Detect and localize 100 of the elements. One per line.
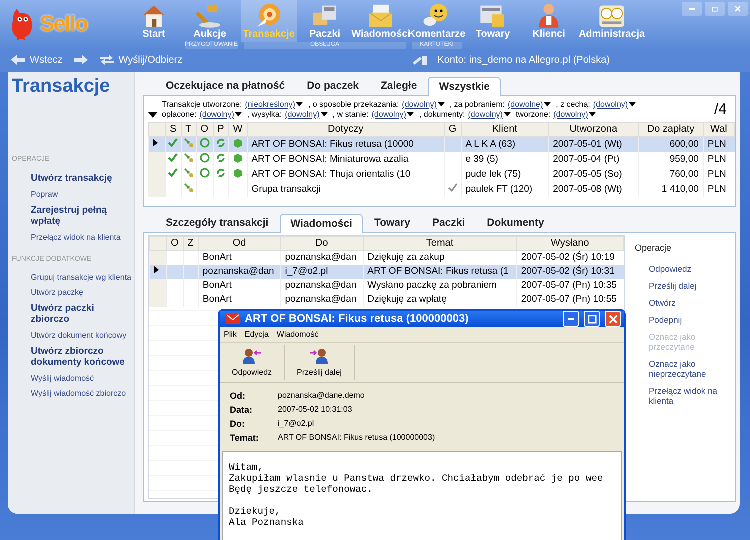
column-header[interactable]: Temat <box>363 236 517 250</box>
toolbar-button[interactable]: Odpowiedz <box>220 345 286 380</box>
maximize-button[interactable] <box>584 311 600 327</box>
filter-label: opłacone: <box>162 110 197 119</box>
caret-icon <box>589 112 596 117</box>
sidebar-link[interactable]: Przełącz widok na klienta <box>16 233 134 242</box>
tab[interactable]: Zaległe <box>370 76 428 95</box>
caret-icon <box>504 112 511 117</box>
column-header[interactable]: Klient <box>461 122 549 136</box>
sidebar-link[interactable]: Grupuj transakcje wg klienta <box>16 273 134 282</box>
table-cell: 2007-05-01 (Wt) <box>548 136 639 152</box>
sidebar-link[interactable]: Utwórz paczkę <box>16 288 134 297</box>
table-row[interactable]: ART OF BONSAI: Miniaturowa azalia e 39 (5) 2007-05-04 (Pt) 959,00 PLN <box>148 152 734 167</box>
table-cell: poznanska@dan <box>280 279 364 293</box>
table-cell: 2007-05-08 (Wt) <box>548 182 639 197</box>
column-header[interactable]: Wal <box>703 122 734 136</box>
tab[interactable]: Do paczek <box>296 76 370 95</box>
column-header[interactable]: S <box>166 122 182 136</box>
sidebar-link[interactable]: Utwórz dokument końcowy <box>16 331 134 340</box>
forward-button[interactable] <box>72 54 89 66</box>
operation-link[interactable]: Otwórz <box>635 298 729 308</box>
table-cell: 959,00 <box>638 152 704 167</box>
table-cell: 2007-05-07 (Pn) 10:35 <box>516 279 624 293</box>
menu-item[interactable]: Wiadomość <box>276 330 319 339</box>
filter-dropdown[interactable]: (dowolny) <box>593 100 636 109</box>
menu-item[interactable]: Plik <box>224 330 237 339</box>
row-pointer-icon <box>154 266 159 274</box>
filter-dropdown[interactable]: (dowolne) <box>508 100 552 109</box>
minimize-button[interactable] <box>563 311 579 327</box>
filter-dropdown[interactable]: (nieokreślony) <box>245 100 304 109</box>
column-header[interactable]: Utworzona <box>548 122 639 136</box>
column-header[interactable]: P <box>213 122 229 136</box>
menu-item[interactable]: Edycja <box>244 330 269 339</box>
tab[interactable]: Szczegóły transakcji <box>155 213 280 232</box>
field-value: i_7@o2.pl <box>278 419 316 429</box>
filter-dropdown[interactable]: (dowolny) <box>200 110 242 119</box>
tab[interactable]: Towary <box>363 213 422 232</box>
caret-icon <box>296 102 304 107</box>
table-row[interactable]: ART OF BONSAI: Thuja orientalis (10 pude lek (75) 2007-05-05 (So) 760,00 PLN <box>148 167 734 182</box>
sidebar-link[interactable]: Popraw <box>16 190 134 199</box>
table-row[interactable]: BonArt poznanska@dan Dziękuję za wpłatę 2007-05-07 (Pn) 10:55 <box>150 293 624 307</box>
table-cell: ART OF BONSAI: Miniaturowa azalia <box>247 152 444 167</box>
column-header[interactable]: Do <box>280 236 364 250</box>
operation-link[interactable]: Odpowiedz <box>635 264 729 274</box>
column-header[interactable]: Z <box>183 236 198 250</box>
table-cell: PLN <box>703 136 734 152</box>
filter-dropdown[interactable]: (dowolny) <box>468 110 511 119</box>
field-label: Do: <box>230 419 246 429</box>
operation-link[interactable]: Prześlij dalej <box>635 281 729 291</box>
table-row[interactable]: poznanska@dan i_7@o2.pl ART OF BONSAI: Fikus retusa (1 2007-05-02 (Śr) 10:31 <box>150 265 624 279</box>
account-icon <box>412 54 428 66</box>
table-cell: BonArt <box>198 279 281 293</box>
sidebar-link[interactable]: Wyślij wiadomość <box>16 374 134 383</box>
column-header[interactable]: G <box>444 122 462 136</box>
filter-label: Transakcje utworzone: <box>162 100 242 109</box>
tab[interactable]: Wszystkie <box>428 77 501 96</box>
caret-icon <box>629 102 636 107</box>
table-cell: 1 410,00 <box>638 182 704 197</box>
maximize-icon <box>588 314 596 324</box>
sidebar-link[interactable]: Zarejestruj pełną wpłatę <box>16 205 134 227</box>
filter-dropdown[interactable]: (dowolny) <box>554 110 596 119</box>
column-header[interactable]: O <box>166 236 184 250</box>
table-cell: paulek FT (120) <box>461 182 549 197</box>
filter-dropdown[interactable]: (dowolny) <box>372 110 414 119</box>
filter-label: , z cechą: <box>556 100 590 109</box>
column-header[interactable]: T <box>181 122 196 136</box>
back-button[interactable]: Wstecz <box>10 54 63 66</box>
table-row[interactable]: Grupa transakcji paulek FT (120) 2007-05-08 (Wt) 1 410,00 PLN <box>148 182 734 197</box>
table-row[interactable]: ART OF BONSAI: Fikus retusa (10000 A L K A (63) 2007-05-01 (Wt) 600,00 PLN <box>148 136 734 152</box>
tab[interactable]: Wiadomości <box>280 214 364 233</box>
operation-link[interactable]: Podepnij <box>635 315 729 325</box>
column-header[interactable]: Wysłano <box>516 236 624 250</box>
sidebar-link[interactable]: Utwórz transakcję <box>16 173 134 184</box>
tab[interactable]: Dokumenty <box>476 213 556 232</box>
sidebar-link[interactable]: Utwórz zbiorczo dokumenty końcowe <box>16 346 134 368</box>
column-header[interactable]: Od <box>198 236 281 250</box>
expand-icon[interactable] <box>148 112 158 118</box>
filter-dropdown[interactable]: (dowolny) <box>285 110 328 119</box>
envelope-icon <box>226 314 240 324</box>
sidebar-link[interactable]: Wyślij wiadomość zbiorczo <box>16 389 134 398</box>
tab[interactable]: Paczki <box>421 213 476 232</box>
operation-link[interactable]: Przełącz widok na klienta <box>635 386 729 406</box>
column-header[interactable]: W <box>228 122 248 136</box>
column-header[interactable]: O <box>196 122 214 136</box>
column-header[interactable]: Dotyczy <box>247 122 444 136</box>
table-row[interactable]: BonArt poznanska@dan Wysłano paczkę za pobraniem 2007-05-07 (Pn) 10:35 <box>150 279 624 293</box>
operation-link[interactable]: Oznacz jako nieprzeczytane <box>635 359 729 379</box>
column-header[interactable]: Do zapłaty <box>638 122 704 136</box>
sidebar-link[interactable]: Utwórz paczki zbiorczo <box>16 303 134 325</box>
tab[interactable]: Oczekujace na płatność <box>155 76 296 95</box>
toolbar-button[interactable]: Prześlij dalej <box>285 345 355 380</box>
person-arrow-icon <box>309 348 330 364</box>
sync-button[interactable]: Wyślij/Odbierz <box>98 54 183 66</box>
close-button[interactable] <box>605 311 621 327</box>
filter-dropdown[interactable]: (dowolny) <box>402 100 445 109</box>
table-cell: 600,00 <box>638 136 704 152</box>
filter-label: , o sposobie przekazania: <box>308 100 400 109</box>
field-value: 2007-05-02 10:31:03 <box>278 405 354 415</box>
filter-label: , dokumenty: <box>419 110 466 119</box>
filter-label: tworzone: <box>516 110 551 119</box>
